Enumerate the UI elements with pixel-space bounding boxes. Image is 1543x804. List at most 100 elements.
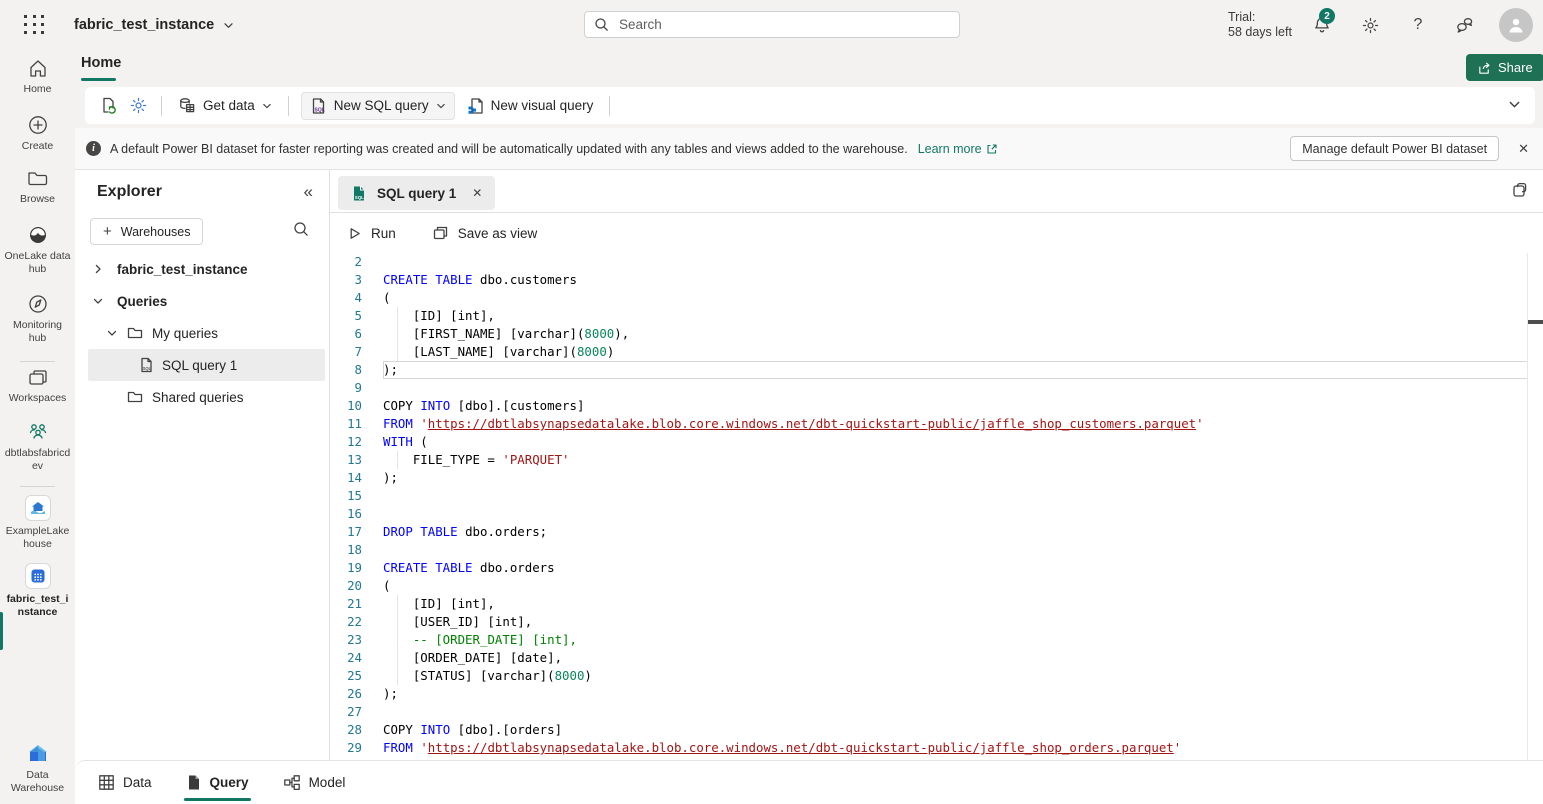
code-line[interactable]: 18 [330, 541, 1543, 559]
code-line[interactable]: 17DROP TABLE dbo.orders; [330, 523, 1543, 541]
feedback-icon[interactable] [1452, 13, 1476, 37]
line-number: 9 [330, 379, 362, 397]
code-line[interactable]: 10COPY INTO [dbo].[customers] [330, 397, 1543, 415]
code-line[interactable]: 22 [USER_ID] [int], [330, 613, 1543, 631]
code-line[interactable]: 27 [330, 703, 1543, 721]
code-line[interactable]: 19CREATE TABLE dbo.orders [330, 559, 1543, 577]
workspace-people-icon [26, 421, 50, 443]
manage-default-dataset-button[interactable]: Manage default Power BI dataset [1290, 136, 1499, 161]
code-line[interactable]: 7 [LAST_NAME] [varchar](8000) [330, 343, 1543, 361]
workspace-switcher[interactable]: fabric_test_instance [74, 0, 234, 50]
query-toolbar: Run Save as view [330, 213, 1543, 253]
learn-more-link[interactable]: Learn more [918, 142, 998, 156]
fabric-app-window: fabric_test_instance Trial: 58 days left… [0, 0, 1543, 804]
settings-button[interactable] [123, 92, 153, 120]
code-line[interactable]: 21 [ID] [int], [330, 595, 1543, 613]
explorer-search-icon[interactable] [293, 221, 309, 237]
line-number: 24 [330, 649, 362, 667]
new-visual-query-button[interactable]: New visual query [459, 92, 602, 120]
line-number: 8 [330, 361, 362, 379]
line-number: 23 [330, 631, 362, 649]
code-line[interactable]: 29FROM 'https://dbtlabsynapsedatalake.bl… [330, 739, 1543, 757]
search-input[interactable] [617, 16, 950, 33]
editor-scrollbar-marker[interactable] [1528, 320, 1543, 324]
code-line[interactable]: 6 [FIRST_NAME] [varchar](8000), [330, 325, 1543, 343]
code-line[interactable]: 26); [330, 685, 1543, 703]
sql-file-icon: SQL [310, 97, 327, 115]
code-line[interactable]: 5 [ID] [int], [330, 307, 1543, 325]
new-sql-query-button[interactable]: SQL New SQL query [301, 92, 455, 120]
save-as-view-button[interactable]: Save as view [432, 225, 538, 241]
rail-item-dbtlabsfabricdev[interactable]: dbtlabsfabricdev [0, 421, 75, 473]
code-line[interactable]: 11FROM 'https://dbtlabsynapsedatalake.bl… [330, 415, 1543, 433]
code-line[interactable]: 4( [330, 289, 1543, 307]
chevron-down-icon [223, 20, 234, 31]
line-number: 28 [330, 721, 362, 739]
ribbon-expand-chevron[interactable] [1508, 98, 1521, 111]
top-bar: fabric_test_instance Trial: 58 days left… [0, 0, 1543, 50]
editor-scrollbar-track[interactable] [1527, 253, 1528, 760]
rail-item-create[interactable]: Create [0, 114, 75, 153]
rail-item-home[interactable]: Home [0, 58, 75, 96]
query-tab[interactable]: SQL SQL query 1 ✕ [338, 176, 495, 210]
rail-item-onelake-data-hub[interactable]: OneLake data hub [0, 224, 75, 276]
view-tab-data[interactable]: Data [96, 761, 154, 804]
refresh-report-button[interactable] [93, 92, 123, 120]
code-line[interactable]: 13 FILE_TYPE = 'PARQUET' [330, 451, 1543, 469]
notification-badge: 2 [1319, 8, 1335, 24]
collapse-panel-icon[interactable]: « [304, 182, 313, 202]
rail-item-workspaces[interactable]: Workspaces [0, 368, 75, 405]
tree-item-my-queries[interactable]: My queries [75, 317, 330, 349]
new-warehouse-button[interactable]: + Warehouses [90, 218, 203, 245]
view-switcher-bar: Data Query Model [75, 760, 1543, 804]
chevron-down-icon[interactable] [92, 295, 104, 307]
code-line[interactable]: 2 [330, 253, 1543, 271]
line-number: 27 [330, 703, 362, 721]
line-number: 6 [330, 325, 362, 343]
view-tab-model[interactable]: Model [281, 761, 348, 804]
sql-code-area[interactable]: 23CREATE TABLE dbo.customers4(5 [ID] [in… [330, 253, 1543, 760]
line-number: 12 [330, 433, 362, 451]
rail-item-fabric-test-instance[interactable]: fabric_test_instance [0, 563, 75, 619]
code-line[interactable]: 12WITH ( [330, 433, 1543, 451]
code-line[interactable]: 20( [330, 577, 1543, 595]
run-button[interactable]: Run [347, 226, 396, 241]
tree-item-shared-queries[interactable]: Shared queries [75, 381, 330, 413]
explorer-panel: Explorer « + Warehouses fabric_test_inst… [75, 170, 330, 760]
workspace-name: fabric_test_instance [74, 17, 214, 33]
get-data-button[interactable]: Get data [170, 92, 280, 120]
plus-icon: + [103, 223, 112, 240]
app-launcher-icon[interactable] [24, 15, 46, 35]
tree-item-queries[interactable]: Queries [75, 285, 330, 317]
user-avatar[interactable] [1499, 8, 1533, 42]
settings-gear-icon[interactable] [1358, 13, 1382, 37]
code-line[interactable]: 28COPY INTO [dbo].[orders] [330, 721, 1543, 739]
code-line[interactable]: 15 [330, 487, 1543, 505]
help-icon[interactable]: ? [1406, 13, 1430, 37]
share-button[interactable]: Share [1466, 54, 1543, 81]
rail-item-monitoring-hub[interactable]: Monitoring hub [0, 293, 75, 345]
svg-text:SQL: SQL [143, 366, 152, 371]
chevron-down-icon[interactable] [106, 327, 118, 339]
tab-home[interactable]: Home [81, 55, 121, 71]
rail-item-data-warehouse[interactable]: Data Warehouse [0, 743, 75, 795]
tree-item-warehouse[interactable]: fabric_test_instance [75, 253, 330, 285]
tree-item-sql-query-1[interactable]: SQL SQL query 1 [75, 349, 330, 381]
code-line[interactable]: 14); [330, 469, 1543, 487]
view-tab-query[interactable]: Query [184, 761, 251, 804]
code-line[interactable]: 23 -- [ORDER_DATE] [int], [330, 631, 1543, 649]
rail-item-examplelakehouse[interactable]: ExampleLakehouse [0, 495, 75, 551]
code-line[interactable]: 9 [330, 379, 1543, 397]
chevron-right-icon[interactable] [92, 263, 104, 275]
code-line[interactable]: 16 [330, 505, 1543, 523]
code-line[interactable]: 25 [STATUS] [varchar](8000) [330, 667, 1543, 685]
copy-icon[interactable] [1510, 181, 1528, 199]
code-line[interactable]: 24 [ORDER_DATE] [date], [330, 649, 1543, 667]
svg-text:SQL: SQL [314, 107, 324, 113]
code-line[interactable]: 3CREATE TABLE dbo.customers [330, 271, 1543, 289]
code-line[interactable]: 8); [330, 361, 1543, 379]
rail-item-browse[interactable]: Browse [0, 169, 75, 206]
close-tab-icon[interactable]: ✕ [472, 186, 482, 200]
banner-close-icon[interactable]: ✕ [1518, 141, 1529, 157]
line-number: 7 [330, 343, 362, 361]
